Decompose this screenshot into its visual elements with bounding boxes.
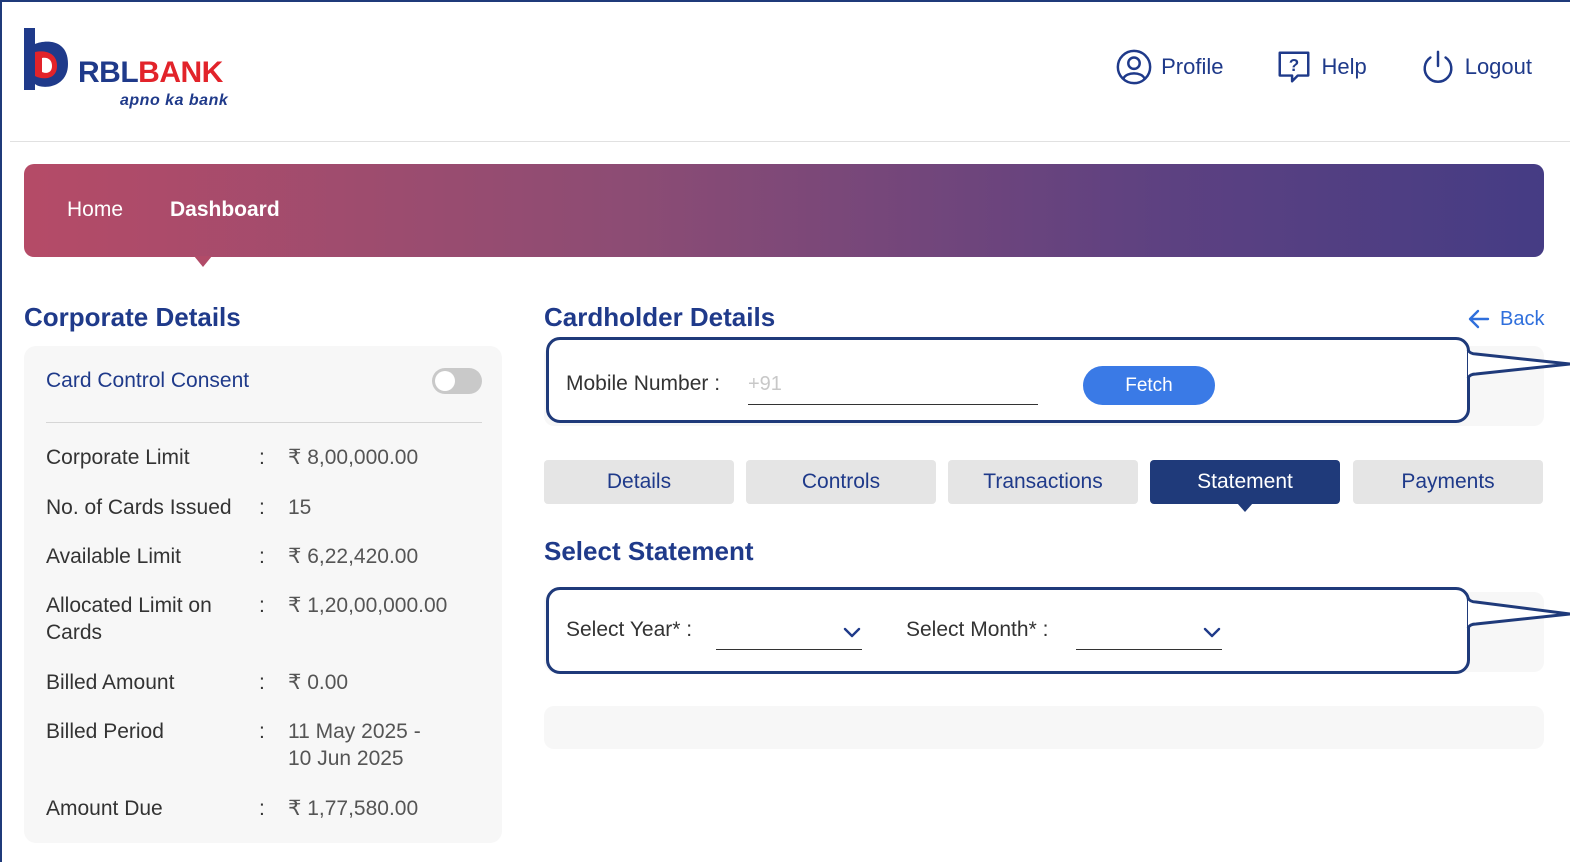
detail-value: ₹ 1,77,580.00 [288, 797, 419, 820]
breadcrumb-pointer [194, 256, 212, 267]
rbl-bank-logo[interactable]: RBLBANK apno ka bank [22, 26, 242, 116]
card-control-consent-row: Card Control Consent [46, 368, 482, 394]
logout-label: Logout [1464, 54, 1532, 79]
tab-statement[interactable]: Statement [1150, 460, 1340, 504]
callout-pointer-mobile [1466, 349, 1570, 379]
help-link[interactable]: ? Help [1275, 48, 1367, 86]
detail-value: 15 [288, 496, 312, 519]
svg-text:?: ? [1289, 56, 1299, 75]
detail-colon: : [259, 797, 265, 820]
card-control-consent-toggle[interactable] [432, 368, 482, 394]
detail-colon: : [259, 594, 265, 617]
mobile-number-input[interactable] [748, 365, 1038, 405]
mobile-number-label: Mobile Number : [566, 372, 721, 395]
arrow-left-icon [1468, 309, 1490, 329]
select-statement-title: Select Statement [544, 536, 754, 566]
profile-link[interactable]: Profile [1115, 48, 1223, 86]
detail-value: ₹ 8,00,000.00 [288, 446, 419, 469]
profile-label: Profile [1161, 54, 1224, 79]
tab-transactions[interactable]: Transactions [948, 460, 1138, 504]
select-month-dropdown[interactable] [1076, 612, 1222, 650]
select-year-label: Select Year* : [566, 618, 693, 641]
detail-label: Corporate Limit [46, 446, 190, 469]
card-control-consent-label: Card Control Consent [46, 369, 250, 392]
tab-controls[interactable]: Controls [746, 460, 936, 504]
cardholder-details-title: Cardholder Details [544, 302, 776, 332]
breadcrumb-home[interactable]: Home [67, 198, 123, 222]
chevron-down-icon [843, 627, 861, 638]
top-nav: Profile ? Help Logout [1063, 48, 1532, 86]
detail-colon: : [259, 496, 265, 519]
bank-name: RBLBANK [78, 56, 223, 89]
detail-value: ₹ 6,22,420.00 [288, 545, 419, 568]
detail-value: ₹ 1,20,00,000.00 [288, 594, 448, 617]
corporate-details-card: Card Control Consent Corporate Limit : ₹… [24, 346, 502, 843]
back-label: Back [1500, 307, 1545, 330]
select-year-dropdown[interactable] [716, 612, 862, 650]
detail-value: ₹ 0.00 [288, 671, 349, 694]
fetch-button[interactable]: Fetch [1083, 366, 1215, 405]
detail-label: Billed Period [46, 720, 164, 743]
detail-label: Available Limit [46, 545, 182, 568]
detail-colon: : [259, 545, 265, 568]
breadcrumb-banner: Home Dashboard [24, 164, 1544, 257]
detail-label: No. of Cards Issued [46, 496, 232, 519]
detail-colon: : [259, 671, 265, 694]
detail-colon: : [259, 446, 265, 469]
breadcrumb-dashboard[interactable]: Dashboard [170, 198, 280, 222]
logout-link[interactable]: Logout [1419, 48, 1532, 86]
detail-label: Allocated Limit on Cards [46, 594, 212, 644]
detail-value: 11 May 2025 - 10 Jun 2025 [288, 720, 421, 770]
back-link[interactable]: Back [1466, 306, 1544, 332]
power-icon [1423, 50, 1453, 83]
rbl-logo-mark-icon [24, 28, 68, 90]
chevron-down-icon [1203, 627, 1221, 638]
detail-colon: : [259, 720, 265, 743]
tab-details[interactable]: Details [544, 460, 734, 504]
callout-pointer-statement [1466, 597, 1570, 629]
help-label: Help [1321, 54, 1367, 79]
select-month-label: Select Month* : [906, 618, 1049, 641]
active-tab-pointer [1237, 503, 1253, 512]
toggle-knob [435, 371, 455, 391]
statement-results-placeholder [544, 706, 1544, 749]
bank-tagline: apno ka bank [120, 92, 229, 109]
tab-payments[interactable]: Payments [1353, 460, 1543, 504]
detail-label: Billed Amount [46, 671, 175, 694]
detail-label: Amount Due [46, 797, 163, 820]
profile-icon [1116, 49, 1152, 85]
divider [46, 422, 482, 423]
corporate-details-title: Corporate Details [24, 302, 241, 332]
app-header: RBLBANK apno ka bank Profile ? Help Logo… [10, 4, 1570, 142]
help-icon: ? [1278, 51, 1310, 83]
